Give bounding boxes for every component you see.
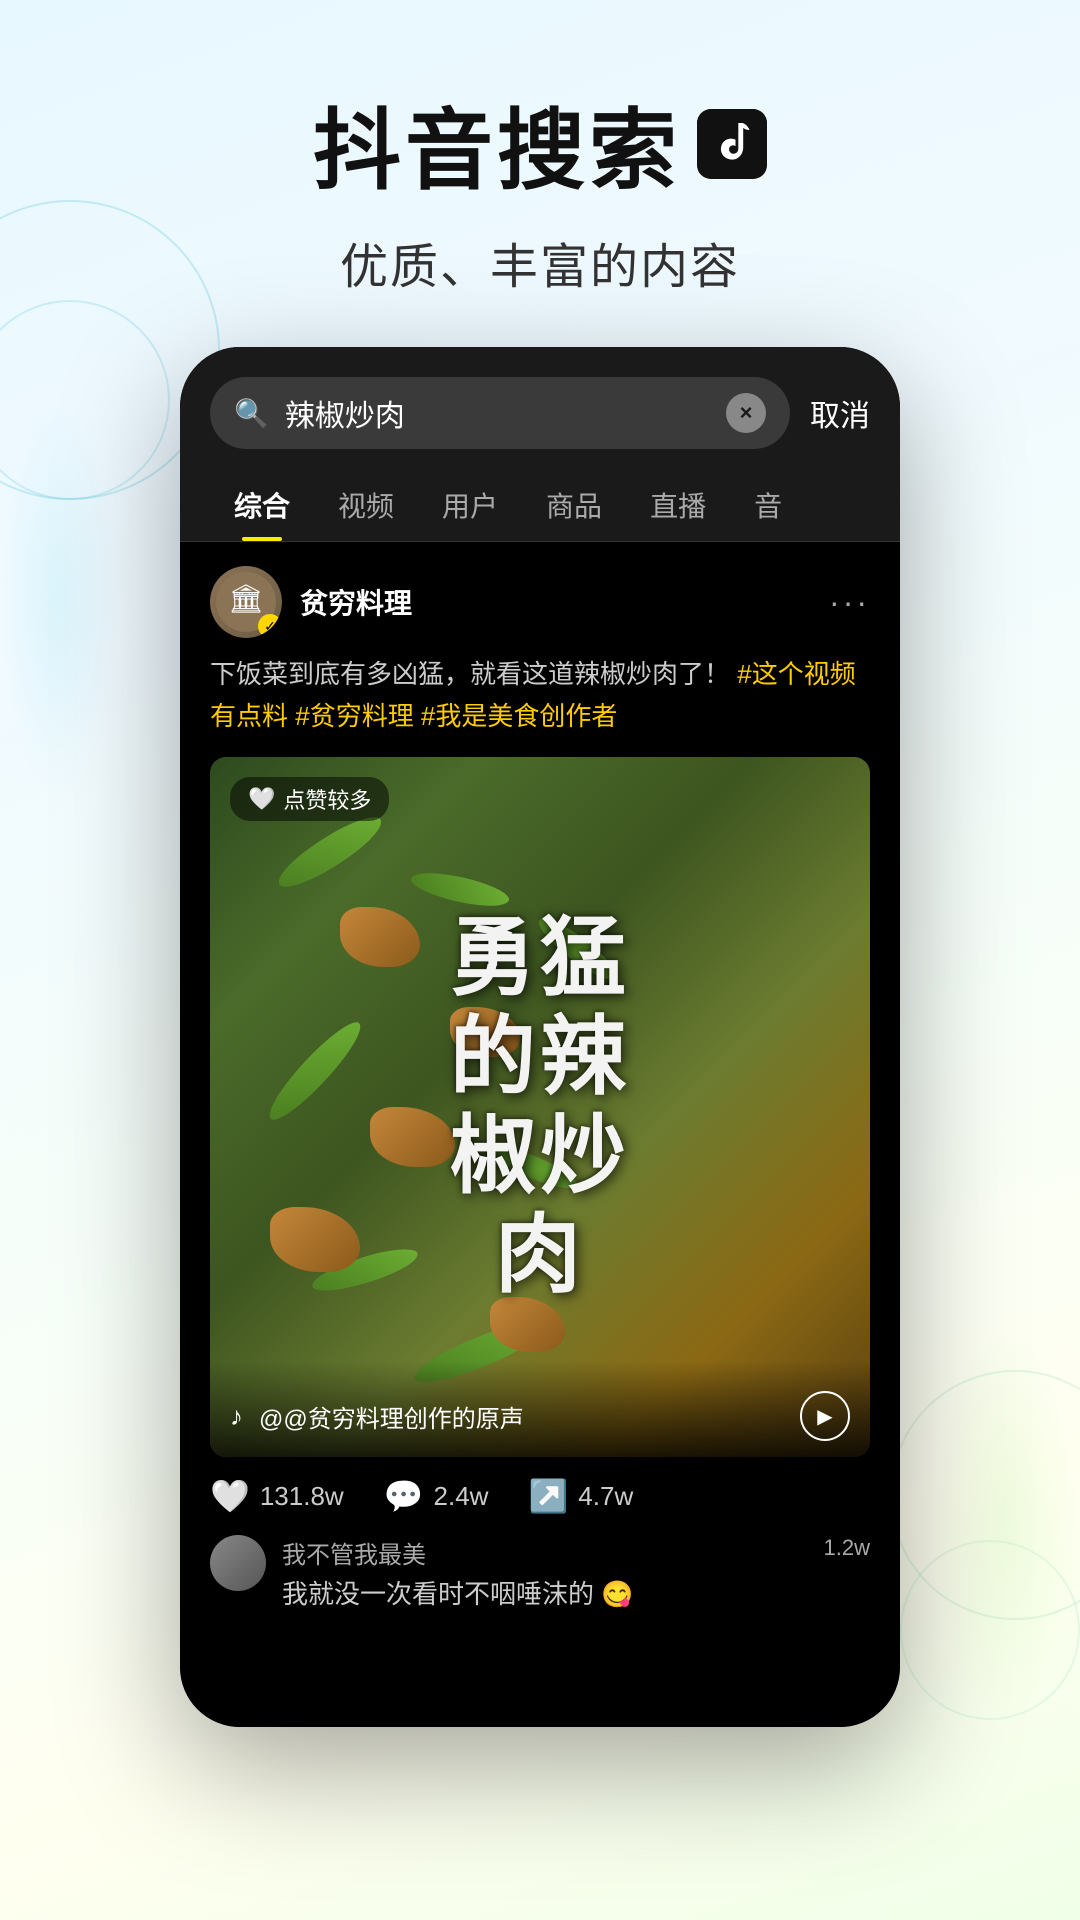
play-button[interactable]: ▶ bbox=[800, 1391, 850, 1441]
bg-blob-left bbox=[0, 400, 120, 800]
video-thumbnail[interactable]: 🤍 点赞较多 bbox=[210, 757, 870, 1457]
phone-screen: 🔍 辣椒炒肉 × 取消 综合 视频 用户 商品 直播 音 bbox=[180, 347, 900, 1727]
hashtag-3[interactable]: #我是美食创作者 bbox=[421, 701, 617, 731]
hashtag-2[interactable]: #贫穷料理 bbox=[295, 701, 421, 731]
share-interaction[interactable]: ↗️ 4.7w bbox=[528, 1477, 633, 1515]
header-subtitle: 优质、丰富的内容 bbox=[0, 227, 1080, 297]
audio-creator: @贫穷料理创作的原声 bbox=[283, 1406, 523, 1433]
heart-icon: 🤍 bbox=[248, 786, 275, 812]
tab-视频[interactable]: 视频 bbox=[314, 469, 418, 541]
search-tabs-row: 综合 视频 用户 商品 直播 音 bbox=[180, 469, 900, 542]
share-icon: ↗️ bbox=[528, 1477, 568, 1515]
comment-count: 2.4w bbox=[434, 1481, 489, 1512]
app-title: 抖音搜索 bbox=[313, 80, 681, 207]
search-input-box[interactable]: 🔍 辣椒炒肉 × bbox=[210, 377, 790, 449]
post-description: 下饭菜到底有多凶猛，就看这道辣椒炒肉了！ #这个视频有点料 #贫穷料理 #我是美… bbox=[180, 654, 900, 757]
search-results-area: 🏛 ✓ 贫穷料理 ··· 下饭菜到底有多凶猛，就看这道辣椒炒肉了！ #这个视频有… bbox=[180, 542, 900, 1631]
bg-blob-right bbox=[930, 1320, 1080, 1720]
clear-search-button[interactable]: × bbox=[726, 393, 766, 433]
tab-商品[interactable]: 商品 bbox=[522, 469, 626, 541]
video-calligraphy-text: 勇猛的辣椒炒肉 bbox=[450, 909, 630, 1305]
verified-badge: ✓ bbox=[258, 614, 282, 638]
share-count: 4.7w bbox=[578, 1481, 633, 1512]
user-avatar[interactable]: 🏛 ✓ bbox=[210, 566, 282, 638]
tab-音乐[interactable]: 音 bbox=[730, 469, 806, 541]
comment-preview-row: 我不管我最美 我就没一次看时不咽唾沫的 😋 1.2w bbox=[180, 1535, 900, 1631]
cancel-search-button[interactable]: 取消 bbox=[810, 391, 870, 435]
comment-likes-count: 1.2w bbox=[824, 1535, 870, 1561]
like-count-badge: 🤍 点赞较多 bbox=[230, 777, 389, 821]
comment-content: 我不管我最美 我就没一次看时不咽唾沫的 😋 bbox=[282, 1535, 808, 1611]
tiktok-logo-icon bbox=[697, 109, 767, 179]
search-query-text: 辣椒炒肉 bbox=[285, 391, 710, 435]
comment-text: 我就没一次看时不咽唾沫的 😋 bbox=[282, 1574, 808, 1611]
post-main-text: 下饭菜到底有多凶猛，就看这道辣椒炒肉了！ bbox=[210, 659, 730, 689]
svg-text:🏛: 🏛 bbox=[228, 583, 264, 614]
like-icon: 🤍 bbox=[210, 1477, 250, 1515]
like-count: 131.8w bbox=[260, 1481, 344, 1512]
like-interaction[interactable]: 🤍 131.8w bbox=[210, 1477, 344, 1515]
search-bar-area: 🔍 辣椒炒肉 × 取消 bbox=[180, 347, 900, 469]
post-more-button[interactable]: ··· bbox=[829, 584, 870, 621]
tab-直播[interactable]: 直播 bbox=[626, 469, 730, 541]
header-section: 抖音搜索 优质、丰富的内容 bbox=[0, 0, 1080, 297]
at-symbol: @ bbox=[259, 1406, 283, 1433]
commenter-username: 我不管我最美 bbox=[282, 1535, 808, 1570]
tab-综合[interactable]: 综合 bbox=[210, 469, 314, 541]
post-header: 🏛 ✓ 贫穷料理 ··· bbox=[180, 542, 900, 654]
audio-source-text: @@贫穷料理创作的原声 bbox=[259, 1399, 784, 1434]
interaction-bar: 🤍 131.8w 💬 2.4w ↗️ 4.7w bbox=[180, 1457, 900, 1535]
phone-mockup: 🔍 辣椒炒肉 × 取消 综合 视频 用户 商品 直播 音 bbox=[180, 347, 900, 1727]
video-title-overlay: 勇猛的辣椒炒肉 bbox=[210, 757, 870, 1457]
comment-icon: 💬 bbox=[384, 1477, 424, 1515]
comment-interaction[interactable]: 💬 2.4w bbox=[384, 1477, 489, 1515]
food-image-bg: 勇猛的辣椒炒肉 bbox=[210, 757, 870, 1457]
like-badge-label: 点赞较多 bbox=[283, 783, 371, 815]
tiktok-music-icon: ♪ bbox=[230, 1401, 243, 1432]
search-icon: 🔍 bbox=[234, 397, 269, 430]
tab-用户[interactable]: 用户 bbox=[418, 469, 522, 541]
main-title-row: 抖音搜索 bbox=[0, 80, 1080, 207]
commenter-avatar bbox=[210, 1535, 266, 1591]
post-username[interactable]: 贫穷料理 bbox=[300, 582, 811, 622]
audio-bar[interactable]: ♪ @@贫穷料理创作的原声 ▶ bbox=[210, 1361, 870, 1457]
